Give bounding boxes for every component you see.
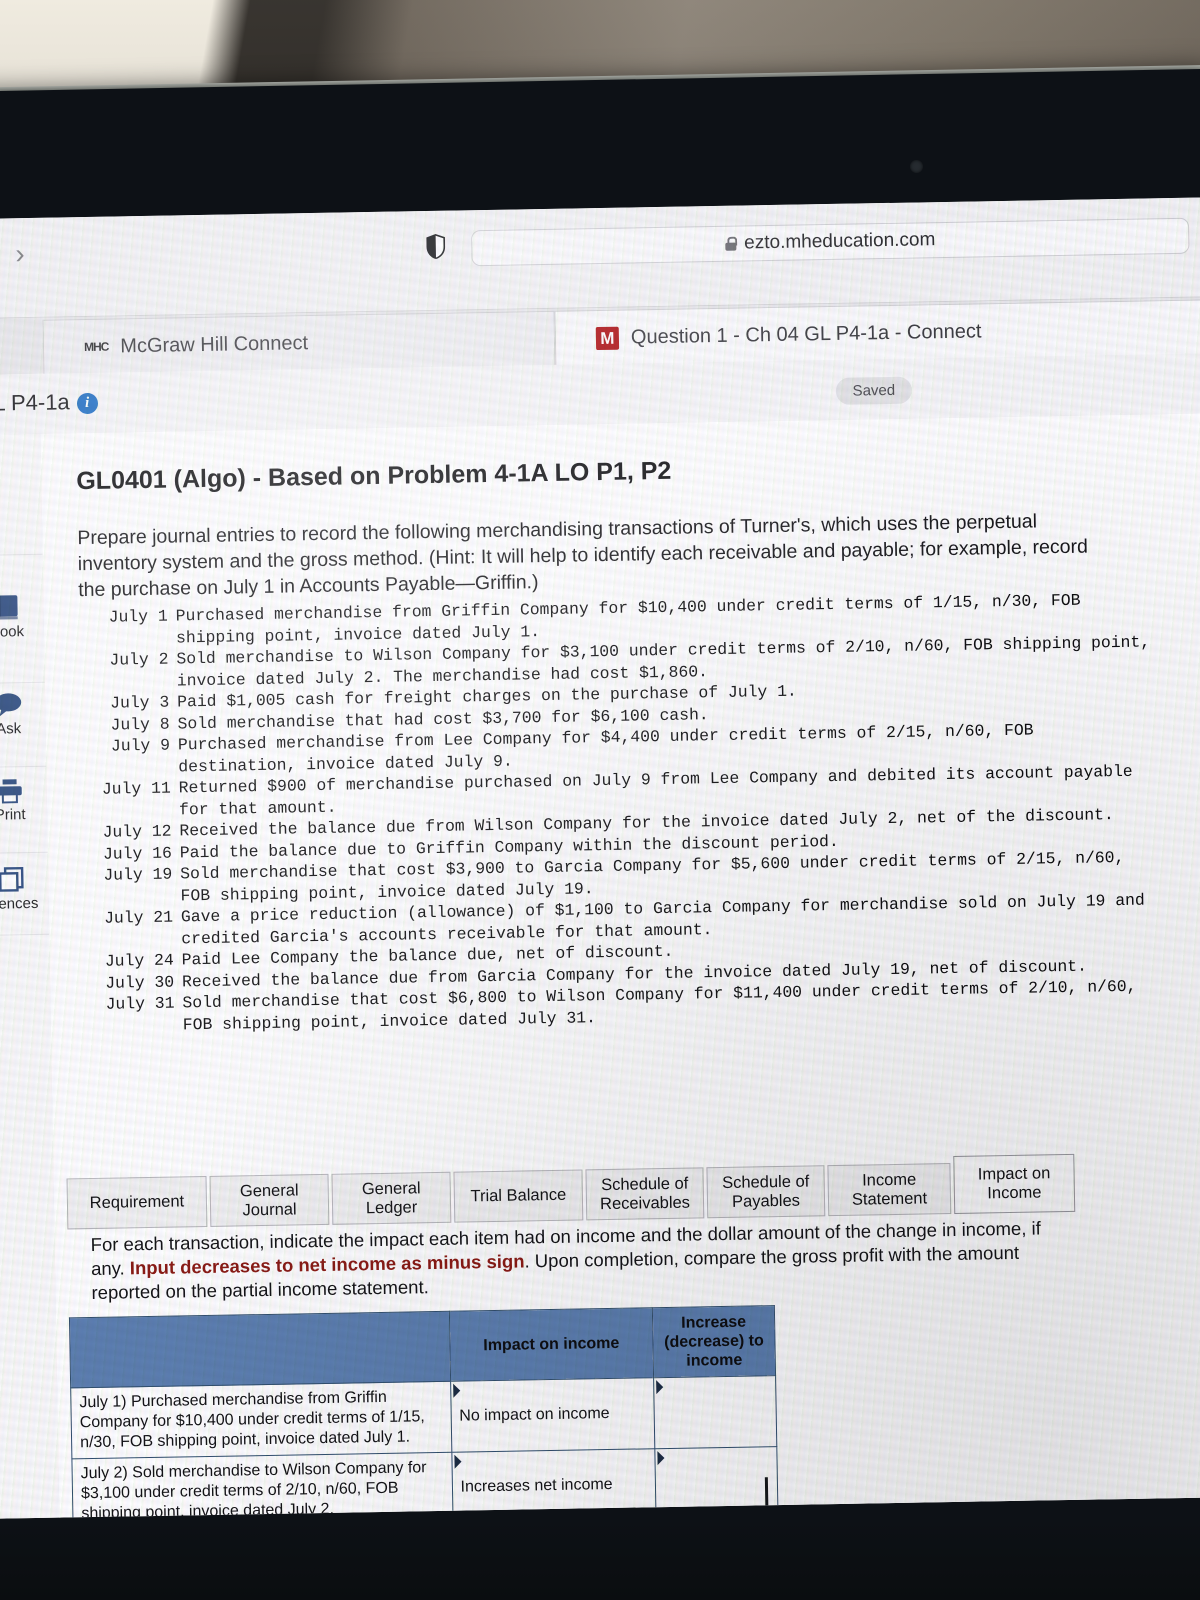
impact-select-cell[interactable]: No impact on income — [450, 1377, 655, 1453]
column-header-description — [69, 1311, 451, 1388]
column-header-amount: Increase (decrease) to income — [652, 1305, 776, 1378]
transaction-date: July 12 — [102, 821, 172, 842]
transaction-date: July 19 — [103, 864, 173, 885]
cell-corner-marker-icon — [657, 1451, 665, 1466]
worksheet-tab-schedule-of-payables[interactable]: Schedule of Payables — [706, 1165, 826, 1219]
worksheet-tab-general-ledger[interactable]: General Ledger — [331, 1171, 452, 1225]
worksheet-tab-label: Schedule of Receivables — [599, 1174, 691, 1213]
screen-content: › ezto.mheducation.com MHC McGraw Hill C… — [0, 197, 1200, 1519]
worksheet-tab-label: Schedule of Payables — [721, 1171, 810, 1211]
url-text: ezto.mheducation.com — [744, 229, 936, 254]
table-header-row: Impact on income Increase (decrease) to … — [69, 1305, 776, 1388]
worksheet-tab-general-journal[interactable]: General Journal — [209, 1173, 330, 1227]
transaction-date: July 16 — [102, 843, 173, 864]
column-header-impact: Impact on income — [448, 1307, 654, 1382]
browser-tab-label: Question 1 - Ch 04 GL P4-1a - Connect — [630, 319, 982, 348]
worksheet-tab-income-statement[interactable]: Income Statement — [827, 1163, 952, 1217]
book-icon — [0, 595, 18, 620]
address-bar-content: ezto.mheducation.com — [472, 219, 1188, 265]
back-chevron-icon[interactable]: › — [15, 238, 25, 269]
rail-item-ask[interactable]: Ask — [0, 692, 46, 738]
rail-item-print[interactable]: Print — [0, 778, 47, 824]
impact-value: Increases net income — [460, 1475, 613, 1496]
rail-divider — [0, 851, 48, 855]
address-bar[interactable]: ezto.mheducation.com — [471, 217, 1190, 267]
table-row: July 1) Purchased merchandise from Griff… — [70, 1375, 777, 1459]
rail-item-label: Book — [0, 623, 25, 641]
worksheet-tab-schedule-of-receivables[interactable]: Schedule of Receivables — [585, 1167, 705, 1221]
transaction-date: July 1 — [108, 606, 168, 627]
transaction-date: July 3 — [110, 692, 170, 713]
rail-divider — [0, 553, 43, 557]
worksheet-tab-impact-on-income[interactable]: Impact on Income — [953, 1153, 1076, 1214]
shield-icon[interactable] — [426, 234, 446, 260]
ask-chat-icon — [0, 693, 22, 717]
worksheet-tab-label: Income Statement — [851, 1170, 928, 1209]
transaction-date: July 2 — [109, 649, 169, 670]
worksheet-tab-label: Requirement — [89, 1192, 185, 1213]
desk-shadow — [0, 1520, 1200, 1600]
impact-value: No impact on income — [459, 1405, 610, 1425]
worksheet-tab-label: Trial Balance — [470, 1185, 567, 1206]
info-icon[interactable]: i — [76, 392, 98, 415]
question-content: GL0401 (Algo) - Based on Problem 4-1A LO… — [40, 413, 1200, 1519]
browser-tab-label: McGraw Hill Connect — [120, 331, 309, 357]
cell-corner-marker-icon — [452, 1383, 461, 1398]
printer-icon — [0, 779, 22, 804]
rail-item-book[interactable]: Book — [0, 594, 44, 641]
page-title: GL0401 (Algo) - Based on Problem 4-1A LO… — [76, 456, 672, 496]
transaction-date: July 31 — [105, 993, 175, 1014]
cell-corner-marker-icon — [656, 1380, 664, 1395]
rail-item-references[interactable]: erences — [0, 866, 49, 913]
transaction-date: July 9 — [110, 735, 171, 756]
transaction-date: July 11 — [101, 778, 171, 799]
transaction-date: July 24 — [104, 950, 174, 971]
transaction-date: July 21 — [103, 907, 174, 928]
amount-input-cell[interactable] — [653, 1375, 777, 1449]
rail-item-label: Print — [0, 806, 26, 824]
mheducation-favicon-icon: M — [595, 326, 620, 350]
worksheet-tab-label: General Journal — [239, 1180, 299, 1219]
rail-divider — [0, 933, 50, 937]
worksheet-tab-requirement[interactable]: Requirement — [66, 1176, 208, 1230]
lock-icon — [725, 236, 738, 251]
assignment-title-group: 4 GL P4-1a i — [0, 389, 98, 417]
rail-item-label: erences — [0, 894, 39, 913]
worksheet-tab-label: General Ledger — [361, 1178, 421, 1217]
sub-instruction-emphasis: Input decreases to net income as minus s… — [129, 1250, 525, 1279]
cell-corner-marker-icon — [454, 1454, 462, 1469]
references-copy-icon — [0, 866, 24, 892]
mhc-favicon-icon: MHC — [83, 339, 109, 355]
assignment-title: 4 GL P4-1a — [0, 389, 70, 416]
rail-divider — [0, 765, 47, 769]
worksheet-tab-label: Impact on Income — [977, 1164, 1051, 1203]
transaction-description-cell: July 2) Sold merchandise to Wilson Compa… — [71, 1452, 453, 1519]
transaction-description-cell: July 1) Purchased merchandise from Griff… — [70, 1381, 452, 1459]
status-badge: Saved — [835, 376, 913, 405]
transaction-date: July 8 — [110, 714, 170, 735]
rail-item-label: Ask — [0, 720, 22, 738]
table-body: July 1) Purchased merchandise from Griff… — [70, 1375, 783, 1519]
transaction-date: July 30 — [105, 972, 175, 993]
impact-on-income-table: Impact on income Increase (decrease) to … — [69, 1305, 783, 1519]
photographed-screen: › ezto.mheducation.com MHC McGraw Hill C… — [0, 0, 1200, 1600]
worksheet-tab-trial-balance[interactable]: Trial Balance — [453, 1169, 584, 1223]
transaction-list: July 1 Purchased merchandise from Griffin… — [80, 588, 1157, 1037]
problem-intro: Prepare journal entries to record the fo… — [77, 510, 1089, 602]
sub-instruction: For each transaction, indicate the impac… — [90, 1216, 1051, 1305]
rail-divider — [0, 681, 45, 685]
